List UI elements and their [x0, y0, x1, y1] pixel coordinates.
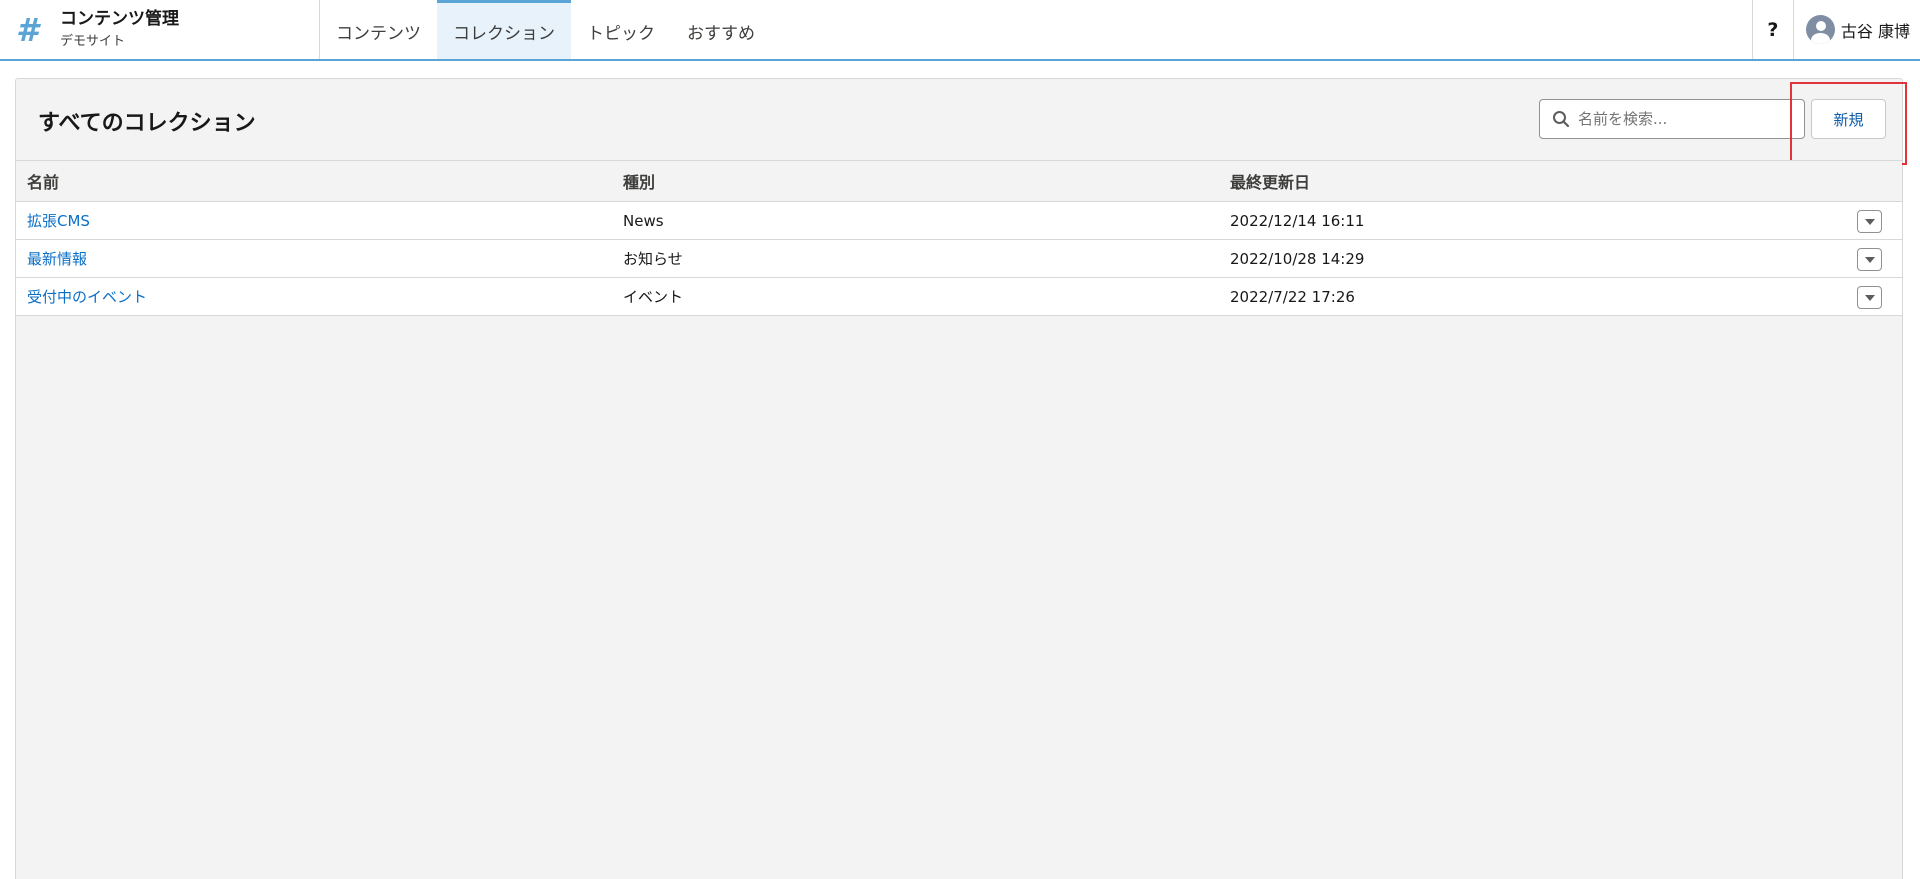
row-updated-cell: 2022/7/22 17:26 [1230, 287, 1355, 306]
column-header-type[interactable]: 種別 [623, 169, 1230, 193]
collection-link[interactable]: 拡張CMS [27, 212, 90, 230]
column-header-updated[interactable]: 最終更新日 [1230, 169, 1830, 193]
table-row: 拡張CMS News 2022/12/14 16:11 [16, 202, 1902, 240]
header-actions: ? 古谷 康博 [1751, 0, 1920, 59]
row-updated-cell: 2022/12/14 16:11 [1230, 211, 1365, 230]
row-name-cell: 最新情報 [16, 248, 623, 269]
row-name-cell: 拡張CMS [16, 210, 623, 231]
app-brand[interactable]: # コンテンツ管理 デモサイト [0, 0, 320, 59]
global-header: # コンテンツ管理 デモサイト コンテンツ コレクション トピック おすすめ ?… [0, 0, 1920, 61]
collection-link[interactable]: 最新情報 [27, 250, 87, 268]
table-header: 名前 種別 最終更新日 [16, 160, 1902, 202]
user-name: 古谷 康博 [1840, 21, 1910, 41]
tab-contents[interactable]: コンテンツ [320, 0, 437, 59]
main-nav: コンテンツ コレクション トピック おすすめ [320, 0, 771, 59]
collections-table: 名前 種別 最終更新日 拡張CMS News 2022/12/14 16:11 … [16, 160, 1902, 316]
app-title: コンテンツ管理 [60, 8, 179, 29]
row-actions-dropdown[interactable] [1857, 210, 1882, 233]
avatar-icon [1805, 15, 1835, 44]
brand-text: コンテンツ管理 デモサイト [60, 9, 179, 51]
row-type-cell: イベント [623, 288, 684, 306]
table-row: 最新情報 お知らせ 2022/10/28 14:29 [16, 240, 1902, 278]
table-row: 受付中のイベント イベント 2022/7/22 17:26 [16, 278, 1902, 316]
tab-collections[interactable]: コレクション [437, 0, 571, 59]
collection-link[interactable]: 受付中のイベント [27, 288, 147, 306]
row-type-cell: お知らせ [623, 250, 683, 268]
hashtag-icon: # [16, 10, 39, 49]
chevron-down-icon [1864, 218, 1875, 225]
page-title: すべてのコレクション [38, 111, 256, 136]
user-menu[interactable]: 古谷 康博 [1792, 0, 1920, 59]
help-button[interactable]: ? [1751, 0, 1793, 59]
tab-topics[interactable]: トピック [571, 0, 671, 59]
tab-recommendations[interactable]: おすすめ [671, 0, 771, 59]
chevron-down-icon [1864, 294, 1875, 301]
row-updated-cell: 2022/10/28 14:29 [1230, 249, 1365, 268]
chevron-down-icon [1864, 256, 1875, 263]
search-field[interactable] [1539, 99, 1805, 139]
new-collection-button[interactable]: 新規 [1811, 99, 1886, 139]
site-name: デモサイト [60, 33, 126, 49]
row-actions-dropdown[interactable] [1857, 248, 1882, 271]
search-input[interactable] [1578, 110, 1798, 128]
search-icon [1553, 111, 1570, 128]
row-actions-dropdown[interactable] [1857, 286, 1882, 309]
column-header-name[interactable]: 名前 [16, 169, 623, 193]
row-type-cell: News [623, 211, 664, 230]
row-name-cell: 受付中のイベント [16, 286, 623, 307]
collections-panel: すべてのコレクション 新規 名前 種別 最終更新日 拡張CMS News 202… [15, 78, 1907, 879]
